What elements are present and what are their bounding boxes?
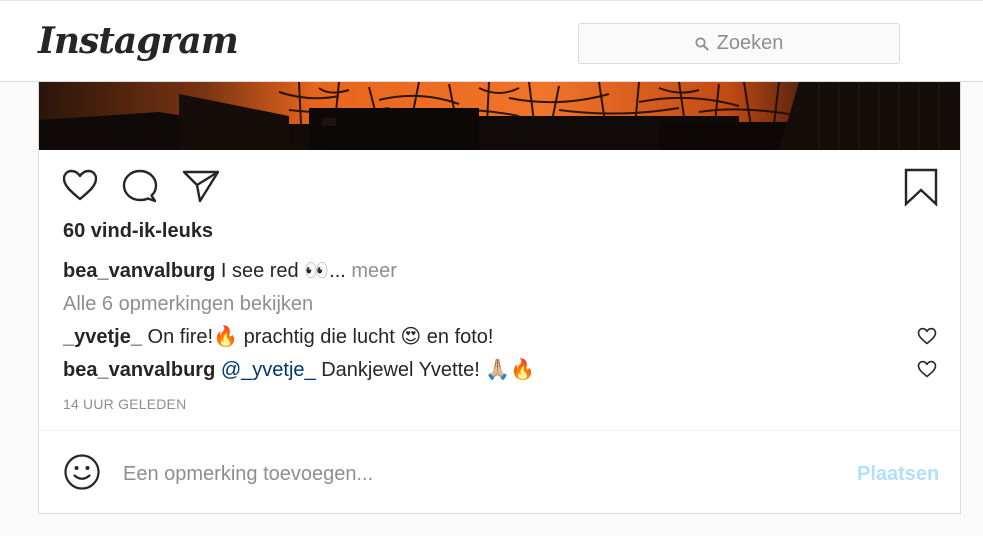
- post-caption: bea_vanvalburg I see red 👀... meer: [63, 258, 397, 284]
- search-icon: [695, 36, 709, 51]
- like-count[interactable]: 60 vind-ik-leuks: [63, 220, 213, 243]
- smiley-icon[interactable]: [63, 453, 101, 491]
- comment-icon[interactable]: [121, 168, 159, 204]
- view-all-comments-link[interactable]: Alle 6 opmerkingen bekijken: [63, 291, 313, 317]
- comment-text: en foto!: [426, 326, 494, 348]
- sunset-photo-image: [39, 82, 960, 150]
- post-actions: [39, 150, 960, 212]
- heart-eyes-emoji: 😍: [400, 326, 422, 348]
- mention-link[interactable]: @_yvetje_: [221, 359, 316, 381]
- post-comment-button[interactable]: Plaatsen: [857, 460, 939, 488]
- comment-username[interactable]: bea_vanvalburg: [63, 359, 215, 381]
- share-icon[interactable]: [181, 168, 221, 204]
- add-comment-input[interactable]: Een opmerking toevoegen...: [123, 460, 823, 488]
- comment-item: bea_vanvalburg @_yvetje_ Dankjewel Yvett…: [63, 357, 535, 383]
- caption-ellipsis: ...: [329, 260, 346, 282]
- search-input[interactable]: Zoeken: [578, 23, 900, 64]
- comment-text: Dankjewel Yvette!: [321, 359, 480, 381]
- praying-hands-emoji: 🙏🏼: [485, 359, 511, 381]
- comment-like-heart-icon[interactable]: [917, 360, 937, 378]
- heart-icon[interactable]: [61, 168, 99, 202]
- post-photo[interactable]: [39, 82, 960, 150]
- comment-username[interactable]: _yvetje_: [63, 326, 142, 348]
- instagram-logo[interactable]: Instagram: [38, 19, 239, 63]
- post-card: 60 vind-ik-leuks bea_vanvalburg I see re…: [38, 82, 961, 514]
- top-navbar: Instagram Zoeken: [0, 0, 983, 82]
- eyes-emoji: 👀: [304, 260, 330, 282]
- add-comment-bar: Een opmerking toevoegen... Plaatsen: [39, 431, 960, 513]
- bookmark-icon[interactable]: [903, 167, 939, 207]
- more-link[interactable]: meer: [351, 260, 397, 282]
- comment-item: _yvetje_ On fire!🔥 prachtig die lucht 😍 …: [63, 324, 493, 350]
- caption-username[interactable]: bea_vanvalburg: [63, 260, 215, 282]
- fire-emoji: 🔥: [213, 326, 239, 348]
- comment-text: prachtig die lucht: [243, 326, 395, 348]
- comment-like-heart-icon[interactable]: [917, 327, 937, 345]
- post-timestamp[interactable]: 14 UUR GELEDEN: [63, 396, 186, 412]
- search-placeholder: Zoeken: [716, 32, 784, 54]
- comment-text: On fire!: [147, 326, 214, 348]
- fire-emoji: 🔥: [510, 359, 536, 381]
- caption-text: I see red: [220, 260, 299, 282]
